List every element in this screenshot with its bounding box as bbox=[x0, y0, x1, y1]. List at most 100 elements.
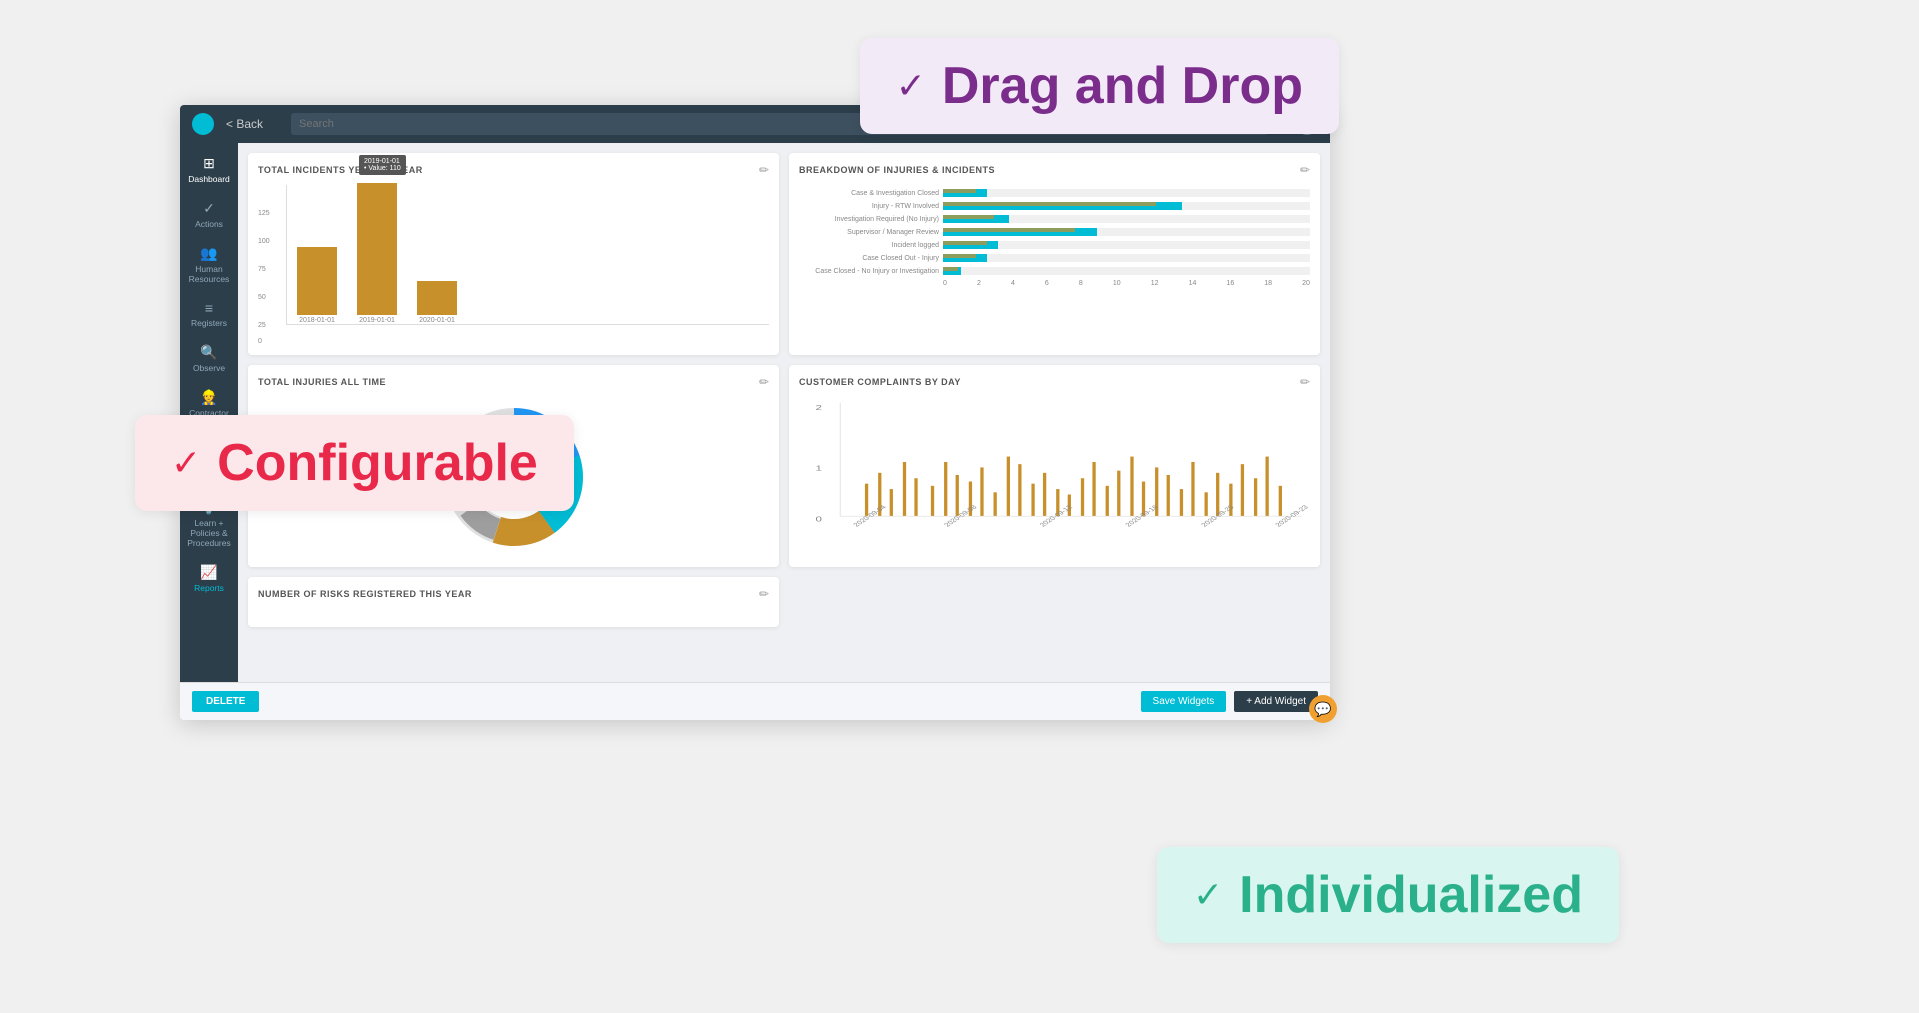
widget-header-injuries: TOTAL INJURIES ALL TIME ✏ bbox=[258, 375, 769, 389]
sidebar-item-label: Observe bbox=[193, 363, 225, 373]
h-bar-fill-2b bbox=[943, 202, 1156, 206]
svg-text:0: 0 bbox=[815, 515, 822, 524]
h-bar-label-3: Investigation Required (No Injury) bbox=[799, 216, 939, 223]
sidebar-item-label: Dashboard bbox=[188, 174, 230, 184]
bar-chart-inner: 2018-01-01 2019-01-01• Value: 110 2019-0… bbox=[286, 185, 769, 325]
bottom-bar: DELETE Save Widgets + Add Widget bbox=[180, 682, 1330, 720]
spike-chart-svg: 2 1 0 bbox=[799, 397, 1310, 527]
x-axis: 0 2 4 6 8 10 12 14 16 18 20 bbox=[799, 280, 1310, 287]
bar-group-2020: 2020-01-01 bbox=[417, 281, 457, 324]
y-label-125: 125 bbox=[258, 210, 270, 217]
h-bar-fill-1b bbox=[943, 189, 976, 193]
h-bar-row-3: Investigation Required (No Injury) bbox=[799, 215, 1310, 223]
h-bar-fill-5b bbox=[943, 241, 987, 245]
h-bar-label-1: Case & Investigation Closed bbox=[799, 190, 939, 197]
h-bar-fill-6b bbox=[943, 254, 976, 258]
actions-icon: ✓ bbox=[203, 200, 215, 217]
chat-bubble[interactable]: 💬 bbox=[1309, 695, 1337, 723]
widget-title-risks: NUMBER OF RISKS REGISTERED THIS YEAR bbox=[258, 589, 472, 599]
contractor-icon: 👷 bbox=[200, 389, 217, 406]
bar-group-2019: 2019-01-01• Value: 110 2019-01-01 bbox=[357, 183, 397, 324]
widget-edit-icon-risks[interactable]: ✏ bbox=[759, 587, 769, 601]
delete-button[interactable]: DELETE bbox=[192, 691, 259, 712]
y-label-50: 50 bbox=[258, 294, 266, 301]
sidebar-item-label: Registers bbox=[191, 318, 227, 328]
individualized-callout: ✓ Individualized bbox=[1157, 847, 1619, 943]
svg-text:2: 2 bbox=[815, 404, 821, 413]
widget-customer-complaints: CUSTOMER COMPLAINTS BY DAY ✏ 2 1 0 bbox=[789, 365, 1320, 567]
bar-2019: 2019-01-01• Value: 110 bbox=[357, 183, 397, 315]
bar-label-2019: 2019-01-01 bbox=[359, 317, 395, 324]
sidebar-item-label: Human Resources bbox=[180, 264, 238, 284]
widget-header-risks: NUMBER OF RISKS REGISTERED THIS YEAR ✏ bbox=[258, 587, 769, 601]
widget-header-breakdown: BREAKDOWN OF INJURIES & INCIDENTS ✏ bbox=[799, 163, 1310, 177]
reports-icon: 📈 bbox=[200, 564, 217, 581]
h-bar-track-7 bbox=[943, 267, 1310, 275]
sidebar-item-actions[interactable]: ✓ Actions bbox=[180, 192, 238, 237]
app-frame: < Back JW ⊞ Dashboard ✓ Actions 👥 Human … bbox=[180, 105, 1330, 720]
configurable-callout: ✓ Configurable bbox=[135, 415, 574, 511]
h-bar-track-1 bbox=[943, 189, 1310, 197]
svg-text:2020-09-04: 2020-09-04 bbox=[853, 505, 889, 527]
app-body: ⊞ Dashboard ✓ Actions 👥 Human Resources … bbox=[180, 143, 1330, 682]
observe-icon: 🔍 bbox=[200, 344, 217, 361]
sidebar-item-label: Learn + Policies & Procedures bbox=[180, 518, 238, 548]
h-bar-label-2: Injury - RTW Involved bbox=[799, 203, 939, 210]
widget-header: TOTAL INCIDENTS YEAR ON YEAR ✏ bbox=[258, 163, 769, 177]
widget-grid: TOTAL INCIDENTS YEAR ON YEAR ✏ 125 100 7… bbox=[248, 153, 1320, 627]
widget-edit-icon-complaints[interactable]: ✏ bbox=[1300, 375, 1310, 389]
main-content: TOTAL INCIDENTS YEAR ON YEAR ✏ 125 100 7… bbox=[238, 143, 1330, 682]
widget-edit-icon-injuries[interactable]: ✏ bbox=[759, 375, 769, 389]
y-label-75: 75 bbox=[258, 266, 266, 273]
sidebar-item-reports[interactable]: 📈 Reports bbox=[180, 556, 238, 601]
human-resources-icon: 👥 bbox=[200, 245, 217, 262]
h-bar-track-6 bbox=[943, 254, 1310, 262]
back-button[interactable]: < Back bbox=[226, 117, 263, 131]
widget-edit-icon-breakdown[interactable]: ✏ bbox=[1300, 163, 1310, 177]
y-label-25: 25 bbox=[258, 322, 266, 329]
bar-chart: 125 100 75 50 25 0 2018-01-01 bbox=[258, 185, 769, 345]
configurable-check-icon: ✓ bbox=[171, 442, 201, 484]
sidebar-item-label: Reports bbox=[194, 583, 224, 593]
sidebar: ⊞ Dashboard ✓ Actions 👥 Human Resources … bbox=[180, 143, 238, 682]
h-bar-label-5: Incident logged bbox=[799, 242, 939, 249]
h-bar-label-6: Case Closed Out - Injury bbox=[799, 255, 939, 262]
individualized-label: Individualized bbox=[1239, 865, 1583, 925]
widget-total-incidents: TOTAL INCIDENTS YEAR ON YEAR ✏ 125 100 7… bbox=[248, 153, 779, 355]
widget-breakdown-injuries: BREAKDOWN OF INJURIES & INCIDENTS ✏ Case… bbox=[789, 153, 1320, 355]
logo bbox=[192, 113, 214, 135]
h-bar-row-4: Supervisor / Manager Review bbox=[799, 228, 1310, 236]
h-bar-label-4: Supervisor / Manager Review bbox=[799, 229, 939, 236]
sidebar-item-registers[interactable]: ≡ Registers bbox=[180, 292, 238, 336]
widget-number-risks: NUMBER OF RISKS REGISTERED THIS YEAR ✏ bbox=[248, 577, 779, 627]
widget-edit-icon[interactable]: ✏ bbox=[759, 163, 769, 177]
add-widget-button[interactable]: + Add Widget bbox=[1234, 691, 1318, 712]
drag-drop-callout: ✓ Drag and Drop bbox=[860, 38, 1339, 134]
bottom-right-actions: Save Widgets + Add Widget bbox=[1141, 691, 1318, 712]
widget-title-breakdown: BREAKDOWN OF INJURIES & INCIDENTS bbox=[799, 165, 995, 175]
individualized-check-icon: ✓ bbox=[1193, 874, 1223, 916]
h-bar-row-6: Case Closed Out - Injury bbox=[799, 254, 1310, 262]
drag-drop-check-icon: ✓ bbox=[896, 65, 926, 107]
h-bar-track-2 bbox=[943, 202, 1310, 210]
save-widgets-button[interactable]: Save Widgets bbox=[1141, 691, 1227, 712]
bar-tooltip: 2019-01-01• Value: 110 bbox=[359, 155, 406, 175]
h-bar-track-5 bbox=[943, 241, 1310, 249]
h-bar-fill-7b bbox=[943, 267, 958, 271]
sidebar-item-observe[interactable]: 🔍 Observe bbox=[180, 336, 238, 381]
h-bar-fill-3b bbox=[943, 215, 994, 219]
dashboard-icon: ⊞ bbox=[203, 155, 215, 172]
drag-drop-label: Drag and Drop bbox=[942, 56, 1303, 116]
h-bar-track-4 bbox=[943, 228, 1310, 236]
svg-text:1: 1 bbox=[815, 464, 821, 473]
bar-2020 bbox=[417, 281, 457, 315]
h-bar-row-2: Injury - RTW Involved bbox=[799, 202, 1310, 210]
configurable-label: Configurable bbox=[217, 433, 538, 493]
h-bar-label-7: Case Closed - No Injury or Investigation bbox=[799, 268, 939, 275]
y-label-0: 0 bbox=[258, 338, 262, 345]
sidebar-item-human-resources[interactable]: 👥 Human Resources bbox=[180, 237, 238, 292]
widget-title-injuries: TOTAL INJURIES ALL TIME bbox=[258, 377, 386, 387]
widget-header-complaints: CUSTOMER COMPLAINTS BY DAY ✏ bbox=[799, 375, 1310, 389]
y-label-100: 100 bbox=[258, 238, 270, 245]
sidebar-item-dashboard[interactable]: ⊞ Dashboard bbox=[180, 147, 238, 192]
